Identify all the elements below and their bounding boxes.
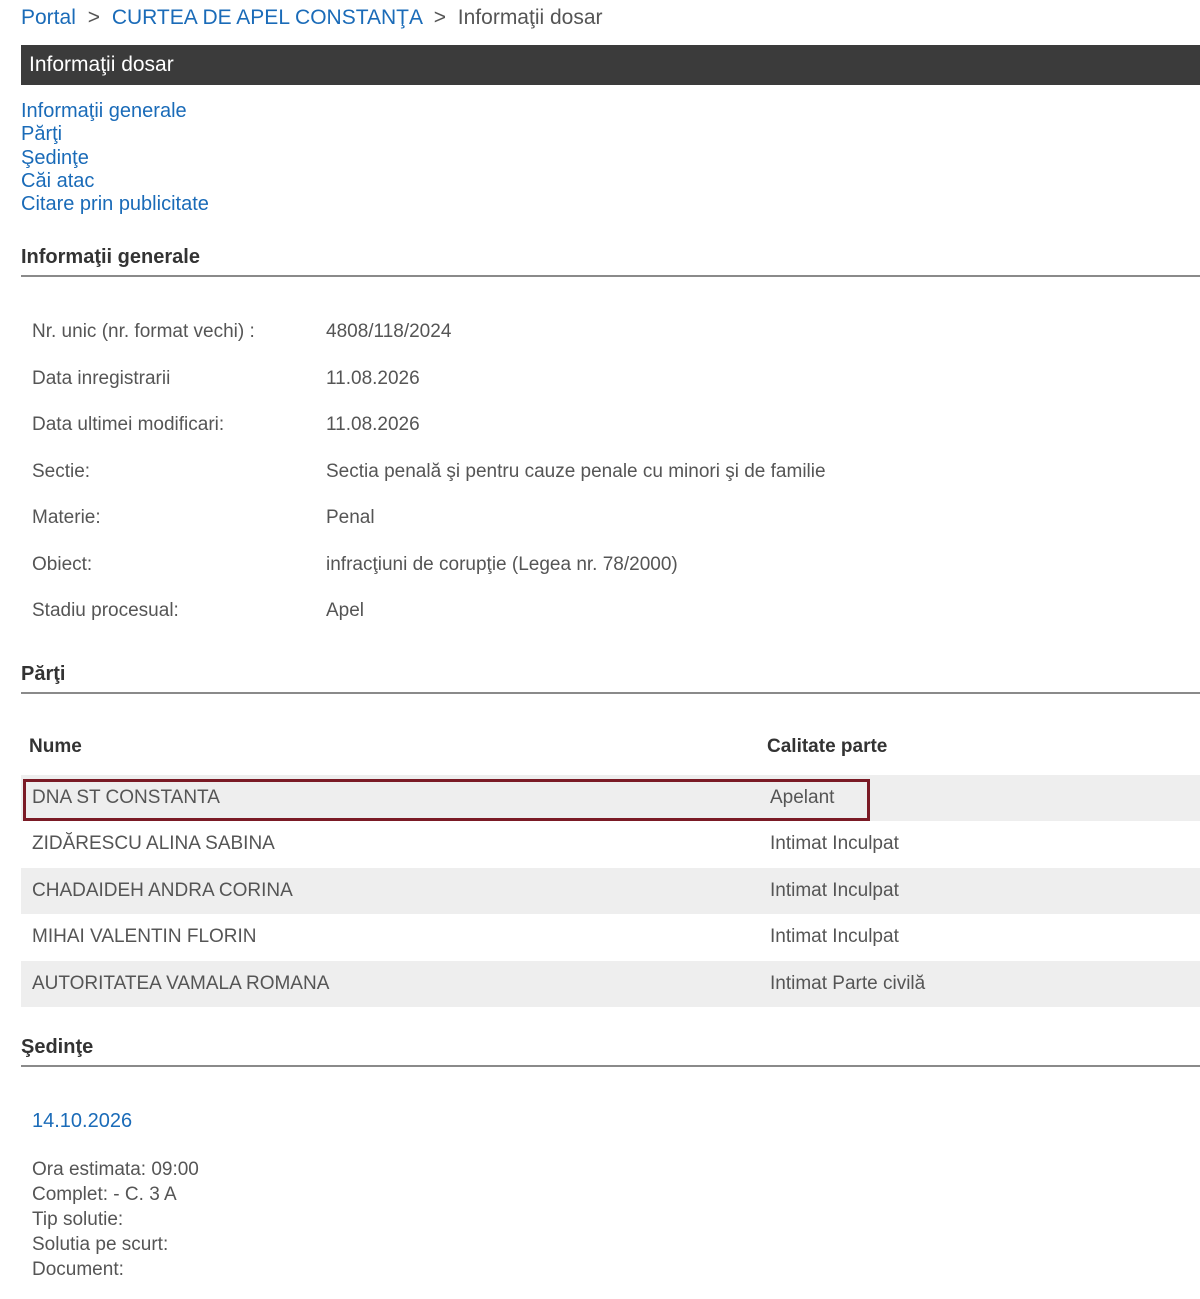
- parties-heading: Părţi: [21, 663, 1200, 694]
- section-nav: Informaţii generale Părţi Şedinţe Căi at…: [21, 100, 209, 216]
- info-value: 4808/118/2024: [326, 321, 452, 342]
- hearing-details: Ora estimata: 09:00 Complet: - C. 3 A Ti…: [32, 1157, 199, 1282]
- info-value: Penal: [326, 507, 375, 528]
- info-label: Sectie:: [32, 461, 91, 482]
- table-row: MIHAI VALENTIN FLORIN Intimat Inculpat: [21, 914, 1200, 960]
- parties-column-header-role: Calitate parte: [767, 736, 888, 757]
- table-row: CHADAIDEH ANDRA CORINA Intimat Inculpat: [21, 868, 1200, 914]
- hearing-estimated-time: Ora estimata: 09:00: [32, 1159, 199, 1180]
- highlight-annotation-box: [23, 779, 870, 821]
- nav-link-appeals[interactable]: Căi atac: [21, 170, 209, 193]
- info-label: Data ultimei modificari:: [32, 414, 225, 435]
- breadcrumb-current: Informaţii dosar: [457, 6, 603, 29]
- party-name: ZIDĂRESCU ALINA SABINA: [32, 833, 275, 854]
- page-title: Informaţii dosar: [29, 53, 174, 76]
- nav-link-public-summons[interactable]: Citare prin publicitate: [21, 193, 209, 216]
- info-row-matter: Materie: Penal: [32, 507, 375, 529]
- nav-link-hearings[interactable]: Şedinţe: [21, 147, 209, 170]
- general-info-heading: Informaţii generale: [21, 246, 1200, 277]
- party-role: Intimat Inculpat: [770, 833, 899, 854]
- info-value: 11.08.2026: [326, 368, 420, 389]
- info-label: Obiect:: [32, 554, 93, 575]
- info-label: Stadiu procesual:: [32, 600, 179, 621]
- party-name: AUTORITATEA VAMALA ROMANA: [32, 973, 330, 994]
- party-role: Intimat Parte civilă: [770, 973, 926, 994]
- info-label: Data inregistrarii: [32, 368, 171, 389]
- info-row-object: Obiect: infracţiuni de corupţie (Legea nr…: [32, 554, 678, 576]
- info-row-registration-date: Data inregistrarii 11.08.2026: [32, 368, 420, 390]
- breadcrumb-separator: >: [433, 6, 446, 29]
- info-row-section: Sectie: Sectia penală şi pentru cauze pen…: [32, 461, 826, 483]
- hearing-document: Document:: [32, 1259, 124, 1280]
- info-value: Apel: [326, 600, 365, 621]
- info-value: infracţiuni de corupţie (Legea nr. 78/20…: [326, 554, 678, 575]
- nav-link-general-info[interactable]: Informaţii generale: [21, 100, 209, 123]
- party-name: CHADAIDEH ANDRA CORINA: [32, 880, 293, 901]
- info-row-last-modified: Data ultimei modificari: 11.08.2026: [32, 414, 420, 436]
- party-role: Intimat Inculpat: [770, 880, 899, 901]
- hearing-solution-type: Tip solutie:: [32, 1209, 124, 1230]
- info-value: 11.08.2026: [326, 414, 420, 435]
- table-row: AUTORITATEA VAMALA ROMANA Intimat Parte …: [21, 961, 1200, 1007]
- info-label: Materie:: [32, 507, 101, 528]
- breadcrumb: Portal > CURTEA DE APEL CONSTANŢA > Info…: [21, 6, 603, 30]
- parties-column-header-name: Nume: [29, 736, 82, 757]
- page-title-bar: Informaţii dosar: [21, 45, 1200, 85]
- breadcrumb-separator: >: [87, 6, 100, 29]
- hearing-panel: Complet: - C. 3 A: [32, 1184, 177, 1205]
- info-row-procedural-stage: Stadiu procesual: Apel: [32, 600, 364, 622]
- info-row-case-number: Nr. unic (nr. format vechi) : 4808/118/20…: [32, 321, 451, 343]
- info-value: Sectia penală şi pentru cauze penale cu …: [326, 461, 826, 482]
- table-row: ZIDĂRESCU ALINA SABINA Intimat Inculpat: [21, 821, 1200, 867]
- party-name: MIHAI VALENTIN FLORIN: [32, 926, 257, 947]
- breadcrumb-court-link[interactable]: CURTEA DE APEL CONSTANŢA: [112, 6, 422, 29]
- party-role: Intimat Inculpat: [770, 926, 899, 947]
- hearings-heading: Şedinţe: [21, 1036, 1200, 1067]
- hearing-date: 14.10.2026: [32, 1110, 133, 1132]
- nav-link-parties[interactable]: Părţi: [21, 123, 209, 146]
- breadcrumb-portal-link[interactable]: Portal: [21, 6, 76, 29]
- hearing-solution-summary: Solutia pe scurt:: [32, 1234, 169, 1255]
- info-label: Nr. unic (nr. format vechi) :: [32, 321, 255, 342]
